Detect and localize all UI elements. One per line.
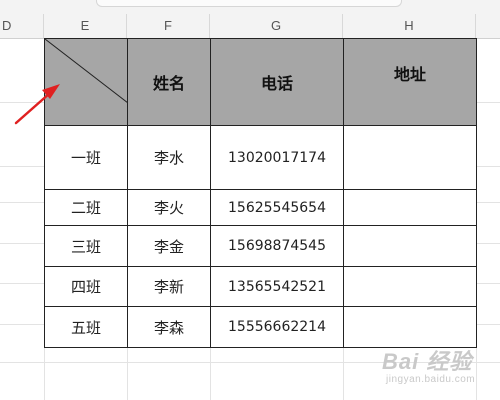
watermark-brand: Bai 经验 <box>382 349 473 374</box>
red-arrow-icon <box>14 84 60 125</box>
watermark-url: jingyan.baidu.com <box>386 374 476 385</box>
watermark: Bai 经验 jingyan.baidu.com <box>378 342 496 394</box>
